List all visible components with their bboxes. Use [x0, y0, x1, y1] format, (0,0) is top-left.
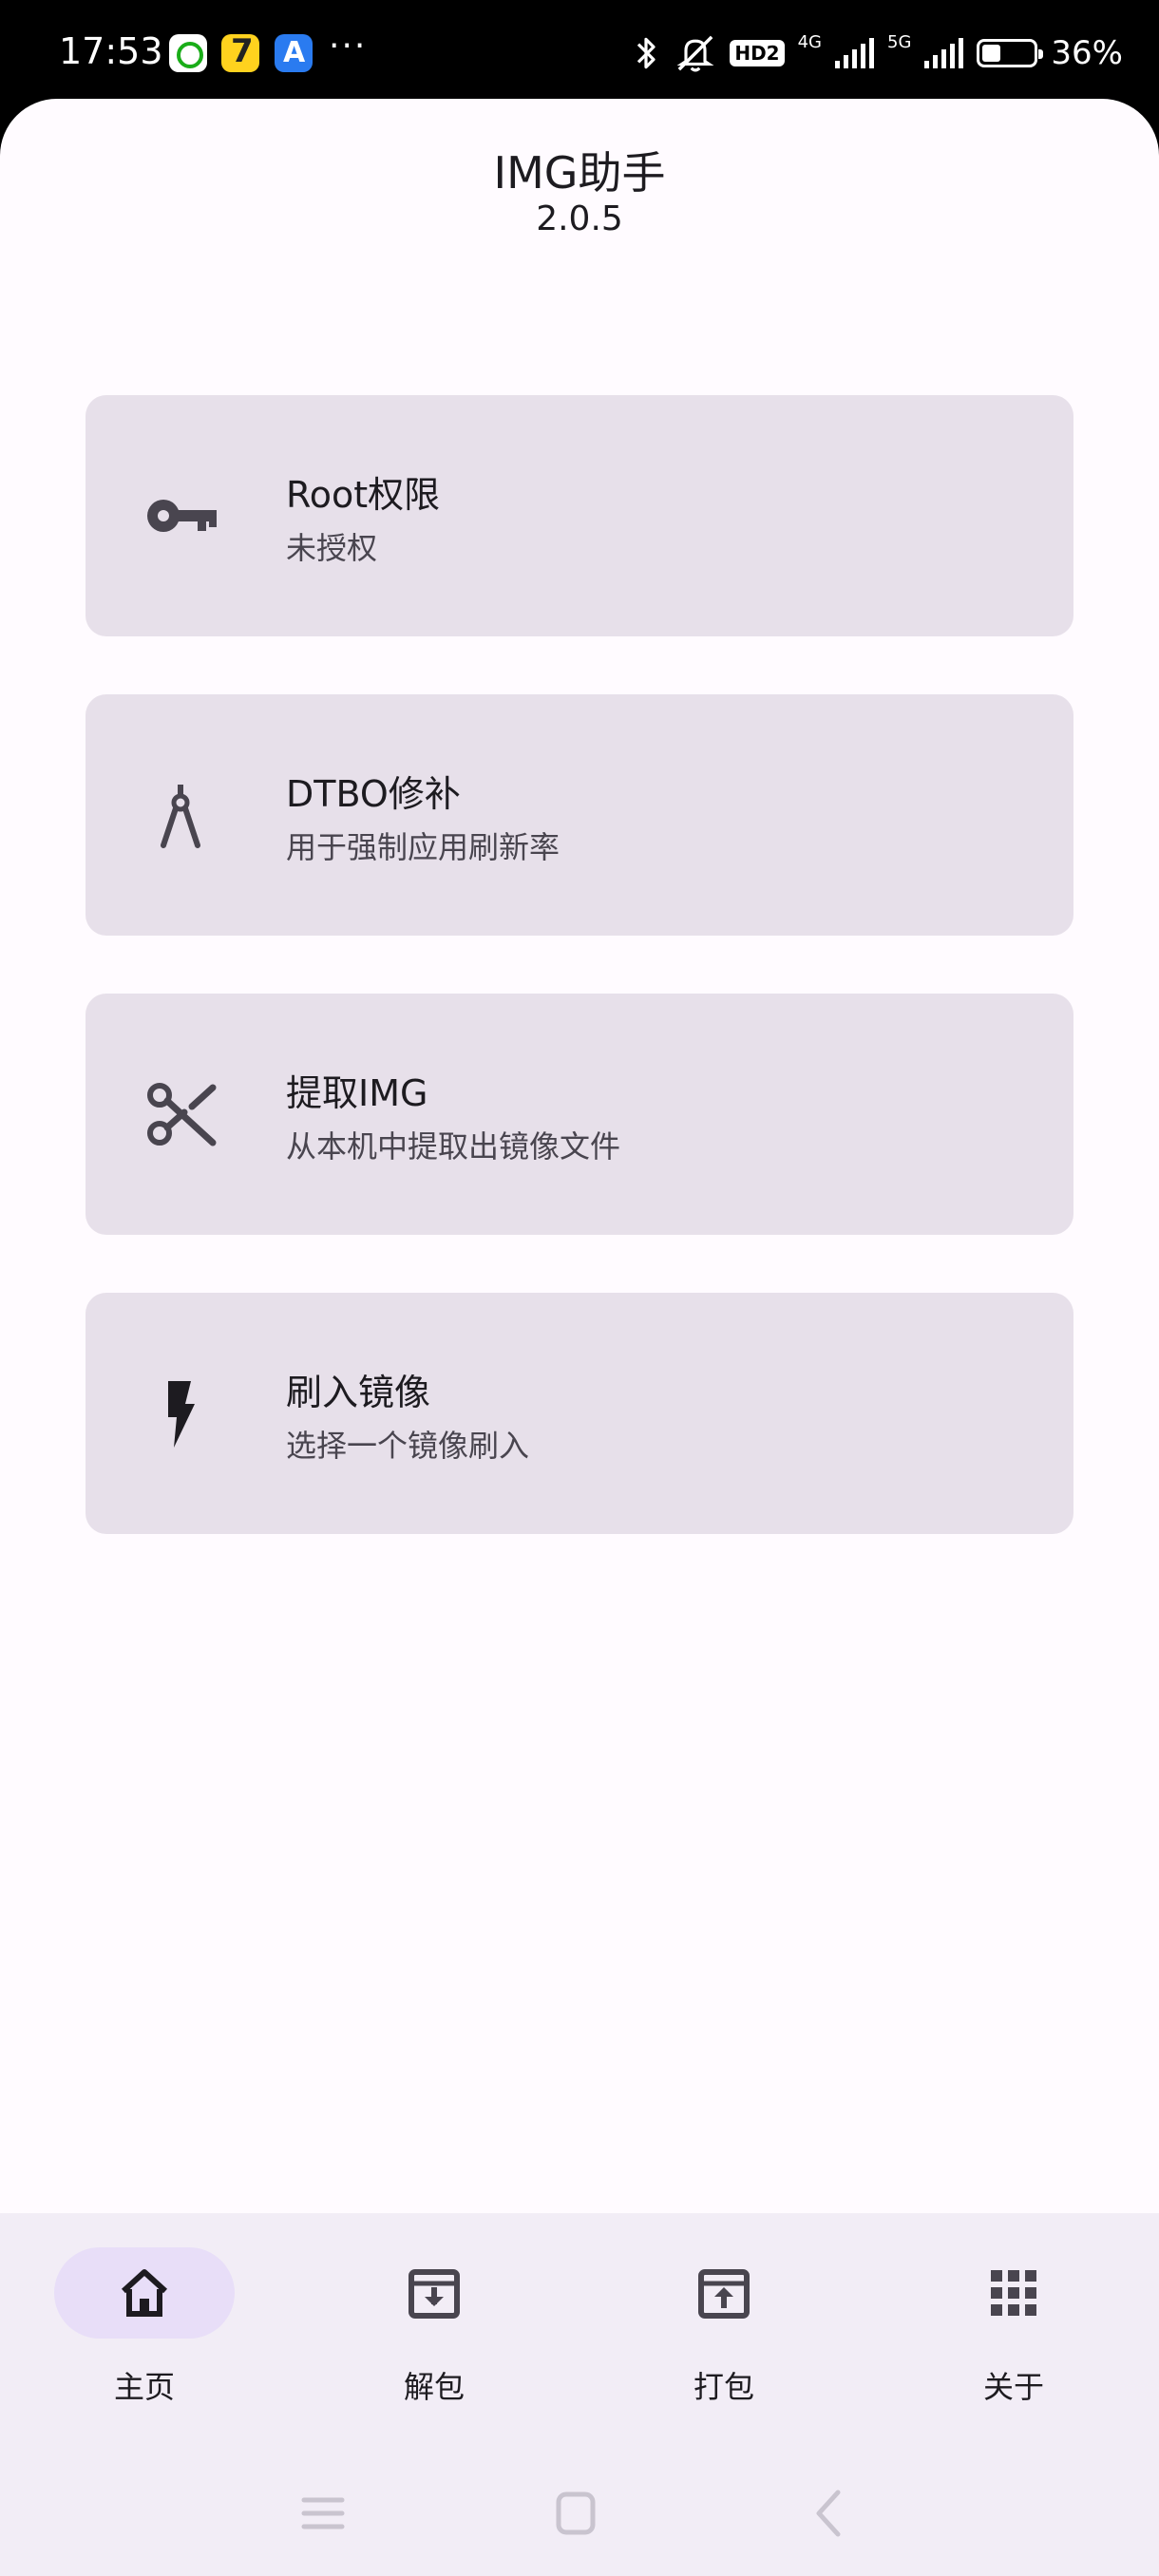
app-store-notification-icon [275, 34, 313, 72]
status-bar: 17:53 ··· HD2 4G 5G 36% [0, 0, 1159, 104]
flash-icon [168, 1381, 195, 1448]
bottom-navigation: 主页 解包 打包 关于 [0, 2213, 1159, 2576]
scissors-icon [147, 1083, 217, 1146]
network-5g-label: 5G [887, 31, 912, 52]
unpack-icon [408, 2269, 460, 2319]
card-subtitle: 未授权 [286, 530, 378, 566]
home-square-icon[interactable] [547, 2485, 604, 2542]
card-subtitle: 选择一个镜像刷入 [286, 1428, 530, 1464]
apps-grid-icon [991, 2270, 1036, 2316]
card-title: DTBO修补 [286, 773, 461, 815]
menu-icon[interactable] [294, 2485, 352, 2542]
card-title: Root权限 [286, 474, 441, 516]
app-notification-icon [169, 34, 207, 72]
more-notifications-icon: ··· [329, 27, 368, 66]
card-subtitle: 用于强制应用刷新率 [286, 829, 560, 865]
silent-bell-icon [676, 35, 714, 72]
bluetooth-icon [637, 37, 656, 69]
signal-strength-icon [835, 38, 875, 68]
app-screen: IMG助手 2.0.5 Root权限 未授权 DTBO修补 用于强制应用刷新率 [0, 99, 1159, 2576]
battery-percent: 36% [1051, 34, 1123, 72]
card-title: 提取IMG [286, 1072, 428, 1114]
nav-item-unpack[interactable]: 解包 [339, 2247, 529, 2418]
system-navigation-bar [0, 2451, 1159, 2565]
nav-label: 关于 [982, 2369, 1044, 2405]
status-indicators: HD2 4G 5G 36% [631, 28, 1123, 78]
status-time: 17:53 [59, 30, 163, 72]
nav-item-about[interactable]: 关于 [919, 2247, 1109, 2418]
home-icon [121, 2269, 168, 2317]
nav-label: 解包 [403, 2369, 465, 2405]
nav-label: 打包 [693, 2369, 754, 2405]
card-title: 刷入镜像 [286, 1372, 431, 1413]
hd-badge: HD2 [730, 40, 785, 66]
pack-icon [698, 2269, 750, 2319]
nav-label: 主页 [113, 2369, 175, 2405]
network-4g-label: 4G [797, 31, 823, 52]
card-flash-image[interactable]: 刷入镜像 选择一个镜像刷入 [86, 1293, 1074, 1534]
card-subtitle: 从本机中提取出镜像文件 [286, 1128, 621, 1165]
back-chevron-icon[interactable] [800, 2485, 857, 2542]
card-dtbo-patch[interactable]: DTBO修补 用于强制应用刷新率 [86, 694, 1074, 936]
battery-icon [977, 39, 1044, 67]
nav-item-home[interactable]: 主页 [49, 2247, 239, 2418]
app-notification-icon [221, 32, 259, 72]
compass-tool-icon [161, 785, 200, 848]
card-extract-img[interactable]: 提取IMG 从本机中提取出镜像文件 [86, 994, 1074, 1235]
app-title: IMG助手 [493, 147, 666, 199]
app-version: 2.0.5 [536, 199, 623, 238]
key-icon [147, 500, 217, 532]
card-root-permission[interactable]: Root权限 未授权 [86, 395, 1074, 636]
signal-strength-icon [924, 38, 964, 68]
nav-item-pack[interactable]: 打包 [629, 2247, 819, 2418]
